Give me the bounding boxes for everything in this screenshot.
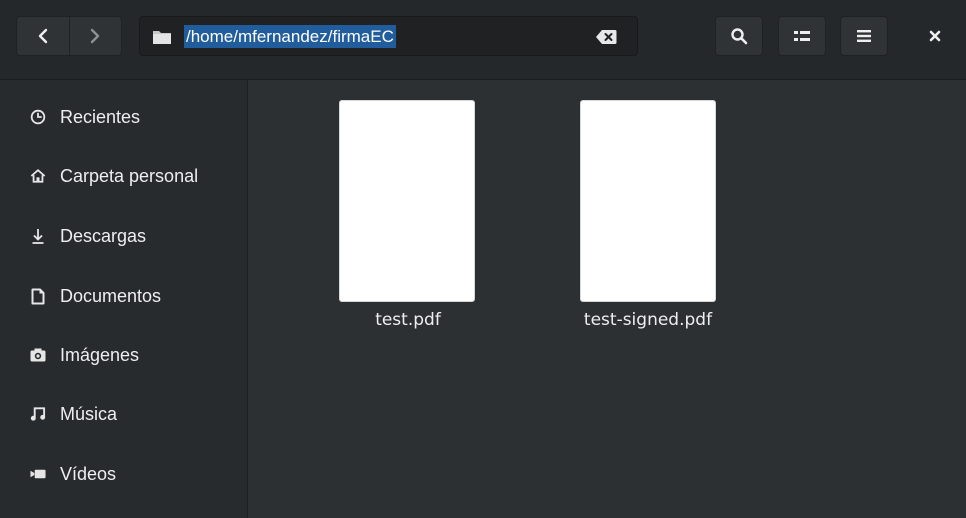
pdf-thumbnail-icon (580, 100, 716, 302)
close-button[interactable] (918, 16, 952, 56)
download-icon (30, 228, 46, 244)
grid-view-icon (794, 31, 810, 41)
sidebar-item-musica[interactable]: Música (0, 389, 247, 439)
backspace-icon[interactable] (595, 29, 617, 45)
places-sidebar: Recientes Carpeta personal Descargas Doc… (0, 80, 248, 518)
search-icon (731, 28, 748, 45)
chevron-left-icon (38, 28, 47, 44)
forward-button[interactable] (69, 17, 121, 55)
sidebar-item-documentos[interactable]: Documentos (0, 271, 247, 321)
close-icon (929, 30, 941, 42)
sidebar-item-label: Vídeos (60, 463, 117, 484)
camera-icon (30, 347, 46, 363)
clock-icon (30, 109, 46, 125)
back-button[interactable] (17, 17, 70, 55)
file-name: test.pdf (375, 310, 441, 330)
sidebar-item-label: Imágenes (60, 344, 140, 365)
document-icon (30, 288, 46, 304)
header-bar: /home/mfernandez/firmaEC (0, 0, 966, 80)
sidebar-item-videos[interactable]: Vídeos (0, 449, 247, 499)
sidebar-item-label: Música (60, 403, 118, 424)
hamburger-menu-icon (857, 30, 871, 42)
folder-icon (153, 31, 171, 44)
music-icon (30, 406, 46, 422)
file-item[interactable]: test-signed.pdf (548, 96, 748, 336)
sidebar-item-label: Descargas (60, 225, 147, 246)
file-item[interactable]: test.pdf (308, 96, 508, 336)
view-toggle-button[interactable] (778, 16, 826, 56)
chevron-right-icon (91, 28, 100, 44)
sidebar-item-label: Carpeta personal (60, 165, 199, 186)
location-bar[interactable]: /home/mfernandez/firmaEC (139, 16, 638, 56)
location-path-input[interactable]: /home/mfernandez/firmaEC (184, 25, 396, 48)
video-icon (30, 466, 46, 482)
sidebar-item-carpeta-personal[interactable]: Carpeta personal (0, 151, 247, 201)
sidebar-item-recientes[interactable]: Recientes (0, 92, 247, 142)
sidebar-item-imagenes[interactable]: Imágenes (0, 330, 247, 380)
pdf-thumbnail-icon (339, 100, 475, 302)
home-icon (30, 168, 46, 184)
menu-button[interactable] (840, 16, 888, 56)
navigation-buttons (16, 16, 122, 56)
search-button[interactable] (715, 16, 763, 56)
sidebar-item-descargas[interactable]: Descargas (0, 211, 247, 261)
file-view: test.pdf test-signed.pdf (248, 80, 966, 518)
file-name: test-signed.pdf (583, 310, 713, 330)
sidebar-item-label: Documentos (60, 285, 162, 306)
sidebar-item-label: Recientes (60, 106, 141, 127)
